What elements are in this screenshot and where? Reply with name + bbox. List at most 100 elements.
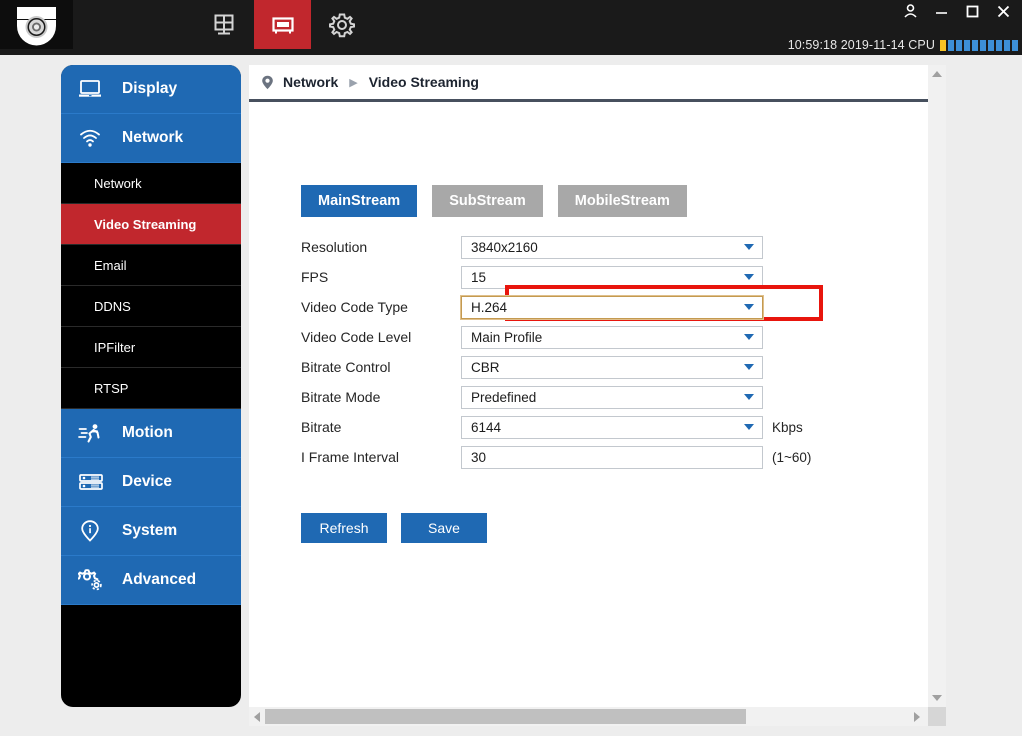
- sidebar-subitem-ipfilter[interactable]: IPFilter: [61, 327, 241, 368]
- gear-icon: [328, 12, 355, 38]
- field-unit: Kbps: [772, 419, 803, 435]
- sidebar-item-label: Advanced: [122, 571, 197, 588]
- sidebar-item-display[interactable]: Display: [61, 65, 241, 114]
- select-video-code-level[interactable]: Main Profile: [461, 325, 763, 349]
- form-row: I Frame Interval 30 (1~60): [301, 442, 871, 472]
- field-label: Video Code Type: [301, 299, 408, 315]
- save-button[interactable]: Save: [401, 513, 487, 543]
- form-row: Video Code Type H.264: [301, 285, 871, 322]
- nav-settings-button[interactable]: [313, 0, 370, 49]
- select-resolution[interactable]: 3840x2160: [461, 235, 763, 259]
- tab-substream[interactable]: SubStream: [432, 185, 543, 217]
- input-i-frame-interval[interactable]: 30: [461, 445, 763, 469]
- server-icon: [78, 472, 110, 492]
- select-video-code-type[interactable]: H.264: [460, 294, 764, 320]
- field-value: Main Profile: [471, 329, 543, 345]
- sidebar-subitem-label: Video Streaming: [94, 216, 197, 232]
- field-value: 3840x2160: [471, 239, 538, 255]
- cpu-bar: [980, 39, 986, 51]
- sidebar-item-label: Network: [122, 129, 184, 146]
- scrollbar-corner: [928, 707, 946, 726]
- form-row: Bitrate Control CBR: [301, 352, 871, 382]
- close-icon[interactable]: [995, 3, 1012, 20]
- sidebar-item-label: Motion: [122, 424, 173, 441]
- nav-device-panel-button[interactable]: [254, 0, 311, 49]
- video-streaming-panel: MainStream SubStream MobileStream Resoluti…: [249, 105, 928, 707]
- horizontal-scrollbar-thumb[interactable]: [265, 709, 746, 724]
- sidebar-item-system[interactable]: System: [61, 507, 241, 556]
- field-value: Predefined: [471, 389, 537, 405]
- grid-layout-icon: [212, 12, 238, 38]
- wifi-icon: [78, 128, 110, 148]
- nav-grid-layout-button[interactable]: [196, 0, 253, 49]
- chevron-down-icon[interactable]: [744, 274, 754, 280]
- caret-down-icon[interactable]: [932, 695, 942, 701]
- caret-left-icon[interactable]: [254, 711, 260, 722]
- cpu-bar: [972, 39, 978, 51]
- vertical-scrollbar[interactable]: [928, 65, 946, 707]
- location-pin-icon: [261, 75, 274, 90]
- title-bar: 10:59:18 2019-11-14 CPU: [0, 0, 1022, 55]
- cpu-bar: [1004, 39, 1010, 51]
- chevron-down-icon[interactable]: [744, 304, 754, 310]
- stream-tabs: MainStream SubStream MobileStream: [301, 185, 687, 217]
- chevron-down-icon[interactable]: [744, 244, 754, 250]
- sidebar-item-network[interactable]: Network: [61, 114, 241, 163]
- cpu-bar: [948, 39, 954, 51]
- tab-mobilestream[interactable]: MobileStream: [557, 185, 687, 217]
- info-pin-icon: [78, 520, 110, 542]
- select-bitrate-control[interactable]: CBR: [461, 355, 763, 379]
- gears-icon: [78, 569, 110, 591]
- chevron-down-icon[interactable]: [744, 394, 754, 400]
- sidebar-subitem-rtsp[interactable]: RTSP: [61, 368, 241, 409]
- sidebar-subitem-label: Network: [94, 175, 142, 191]
- select-bitrate-mode[interactable]: Predefined: [461, 385, 763, 409]
- form-row: FPS 15: [301, 262, 871, 292]
- cpu-bar: [956, 39, 962, 51]
- select-fps[interactable]: 15: [461, 265, 763, 289]
- field-label: Bitrate Mode: [301, 389, 381, 405]
- breadcrumb-parent[interactable]: Network: [283, 74, 338, 90]
- monitor-icon: [78, 79, 110, 99]
- sidebar-subitem-ddns[interactable]: DDNS: [61, 286, 241, 327]
- content-panel: Network ▶ Video Streaming MainStream SubS…: [249, 65, 946, 707]
- caret-up-icon[interactable]: [932, 71, 942, 77]
- field-label: FPS: [301, 269, 329, 285]
- chevron-down-icon[interactable]: [744, 424, 754, 430]
- refresh-button[interactable]: Refresh: [301, 513, 387, 543]
- running-person-icon: [78, 423, 110, 443]
- sidebar-subitem-network[interactable]: Network: [61, 163, 241, 204]
- sidebar-subitem-email[interactable]: Email: [61, 245, 241, 286]
- video-streaming-form: Resolution 3840x2160 FPS 15 Video Code Type H…: [301, 232, 871, 472]
- field-label: I Frame Interval: [301, 449, 400, 465]
- cpu-bar: [996, 39, 1002, 51]
- sidebar-item-label: Device: [122, 473, 172, 490]
- sidebar-item-device[interactable]: Device: [61, 458, 241, 507]
- status-bar: 10:59:18 2019-11-14 CPU: [788, 38, 1018, 52]
- minimize-icon[interactable]: [933, 3, 950, 20]
- tab-mainstream[interactable]: MainStream: [301, 185, 418, 217]
- cpu-bar: [964, 39, 970, 51]
- sidebar-item-motion[interactable]: Motion: [61, 409, 241, 458]
- user-account-icon[interactable]: [902, 3, 919, 20]
- chevron-down-icon[interactable]: [744, 334, 754, 340]
- chevron-down-icon[interactable]: [744, 364, 754, 370]
- select-bitrate[interactable]: 6144: [461, 415, 763, 439]
- sidebar-subitem-label: RTSP: [94, 380, 129, 396]
- form-row: Video Code Level Main Profile: [301, 322, 871, 352]
- form-actions: Refresh Save: [301, 513, 487, 543]
- maximize-icon[interactable]: [964, 3, 981, 20]
- sidebar-subitem-video-streaming[interactable]: Video Streaming: [61, 204, 241, 245]
- breadcrumb: Network ▶ Video Streaming: [249, 65, 928, 102]
- caret-right-icon[interactable]: [914, 711, 920, 722]
- form-row: Resolution 3840x2160: [301, 232, 871, 262]
- window-controls: [902, 3, 1012, 20]
- breadcrumb-separator-icon: ▶: [349, 76, 358, 89]
- clock-cpu-status-text: 10:59:18 2019-11-14 CPU: [787, 38, 935, 52]
- field-value: 6144: [471, 419, 502, 435]
- horizontal-scrollbar[interactable]: [249, 707, 946, 726]
- sidebar-subitem-label: DDNS: [94, 298, 131, 314]
- form-row: Bitrate Mode Predefined: [301, 382, 871, 412]
- sidebar-item-advanced[interactable]: Advanced: [61, 556, 241, 605]
- dome-camera-logo: [0, 0, 73, 49]
